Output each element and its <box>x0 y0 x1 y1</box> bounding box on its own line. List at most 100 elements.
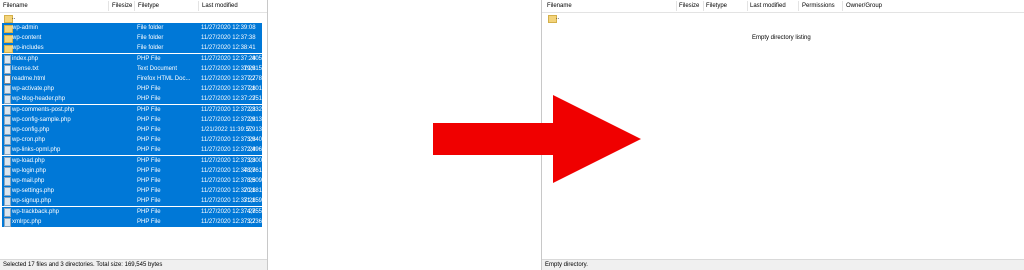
php-file-icon <box>4 207 11 217</box>
file-row[interactable]: wp-config-sample.php 2,913 PHP File 11/27/2… <box>2 114 262 125</box>
file-name: readme.html <box>12 76 46 82</box>
file-row[interactable]: readme.html 7,278 Firefox HTML Doc... 11/27… <box>2 74 262 84</box>
file-row[interactable]: wp-content File folder 11/27/2020 12:37:38 <box>2 33 262 44</box>
remote-col-filesize[interactable]: Filesize <box>679 3 699 9</box>
file-row[interactable]: xmlrpc.php 3,236 PHP File 11/27/2020 12:37:… <box>2 216 262 227</box>
local-col-filesize[interactable]: Filesize <box>112 3 132 9</box>
file-name: wp-blog-header.php <box>12 96 66 103</box>
column-divider[interactable] <box>134 1 135 11</box>
file-row[interactable]: wp-activate.php 7,101 PHP File 11/27/2020 1… <box>2 84 262 95</box>
file-row[interactable]: wp-signup.php 31,159 PHP File 11/27/2020 12… <box>2 196 262 207</box>
file-row[interactable]: wp-config.php 2,913 PHP File 1/21/2022 11:3… <box>2 125 262 135</box>
file-modified: 11/27/2020 12:37:28 <box>201 147 256 154</box>
file-type: PHP File <box>137 96 161 103</box>
file-modified: 11/27/2020 12:37:28 <box>201 157 256 164</box>
file-type: File folder <box>137 35 164 42</box>
column-divider[interactable] <box>198 1 199 11</box>
file-modified: 11/27/2020 12:37:28 <box>201 167 256 174</box>
file-type: PHP File <box>137 137 161 144</box>
remote-column-header: Filename ^ Filesize Filetype Last modifi… <box>542 0 1024 13</box>
local-file-pane[interactable]: Filename ^ Filesize Filetype Last modifi… <box>0 0 268 270</box>
html-file-icon <box>4 75 11 84</box>
php-file-icon <box>4 105 11 115</box>
local-column-header: Filename ^ Filesize Filetype Last modifi… <box>0 0 267 13</box>
file-modified: 11/27/2020 12:38:41 <box>201 45 256 52</box>
file-type: PHP File <box>137 147 161 154</box>
file-type: Text Document <box>137 65 178 72</box>
file-modified: 1/21/2022 11:39:57 <box>201 127 253 133</box>
file-name: wp-admin <box>12 25 39 31</box>
local-col-filename[interactable]: Filename <box>3 3 28 9</box>
file-row[interactable]: wp-links-opml.php 2,496 PHP File 11/27/2020… <box>2 145 262 156</box>
column-divider[interactable] <box>676 1 677 11</box>
column-divider[interactable] <box>842 1 843 11</box>
column-divider[interactable] <box>747 1 748 11</box>
remote-col-owner-group[interactable]: Owner/Group <box>846 3 882 9</box>
file-name: wp-signup.php <box>12 198 52 205</box>
local-col-filetype[interactable]: Filetype <box>138 3 159 9</box>
remote-col-filetype[interactable]: Filetype <box>706 3 727 9</box>
file-modified: 11/27/2020 12:37:28 <box>201 137 256 144</box>
remote-col-permissions[interactable]: Permissions <box>802 3 835 9</box>
file-row[interactable]: wp-load.php 3,300 PHP File 11/27/2020 12:37… <box>2 155 262 166</box>
file-name: wp-links-opml.php <box>12 147 61 154</box>
parent-directory-row[interactable]: .. <box>2 13 262 23</box>
file-row[interactable]: wp-trackback.php 4,755 PHP File 11/27/2020 … <box>2 206 262 217</box>
file-type: PHP File <box>137 188 161 195</box>
file-row[interactable]: wp-includes File folder 11/27/2020 12:38:4… <box>2 43 262 54</box>
file-type: PHP File <box>137 167 161 174</box>
php-file-icon <box>4 115 11 125</box>
remote-col-filename[interactable]: Filename <box>547 3 572 9</box>
file-row[interactable]: wp-login.php 48,761 PHP File 11/27/2020 12:… <box>2 165 262 176</box>
file-name: index.php <box>12 55 39 62</box>
file-name: wp-comments-post.php <box>12 106 75 113</box>
file-modified: 11/27/2020 12:37:28 <box>201 55 256 62</box>
file-row[interactable]: wp-blog-header.php 351 PHP File 11/27/2020 … <box>2 94 262 105</box>
file-type: PHP File <box>137 55 161 62</box>
php-file-icon <box>4 166 11 176</box>
file-name: wp-activate.php <box>12 86 55 93</box>
file-type: Firefox HTML Doc... <box>137 76 191 82</box>
remote-col-last-modified[interactable]: Last modified <box>750 3 786 9</box>
file-type: PHP File <box>137 116 161 123</box>
file-row[interactable]: wp-admin File folder 11/27/2020 12:39:08 <box>2 23 262 33</box>
file-type: PHP File <box>137 86 161 93</box>
file-row[interactable]: wp-settings.php 20,181 PHP File 11/27/2020 … <box>2 186 262 197</box>
file-row[interactable]: index.php 405 PHP File 11/27/2020 12:37:28 <box>2 53 262 64</box>
file-name: wp-cron.php <box>12 137 46 144</box>
file-type: PHP File <box>137 208 161 215</box>
file-modified: 11/27/2020 12:37:28 <box>201 86 256 93</box>
php-file-icon <box>4 136 11 146</box>
column-divider[interactable] <box>703 1 704 11</box>
text-file-icon <box>4 64 11 74</box>
file-row[interactable]: wp-comments-post.php 2,332 PHP File 11/27/2… <box>2 104 262 115</box>
file-modified: 11/27/2020 12:37:28 <box>201 65 256 72</box>
file-row[interactable]: wp-mail.php 8,509 PHP File 11/27/2020 12:37… <box>2 176 262 186</box>
file-modified: 11/27/2020 12:37:38 <box>201 35 256 42</box>
column-divider[interactable] <box>798 1 799 11</box>
file-name: xmlrpc.php <box>12 218 42 225</box>
php-file-icon <box>4 156 11 166</box>
file-name: wp-load.php <box>12 157 45 164</box>
file-modified: 11/27/2020 12:37:28 <box>201 208 256 215</box>
file-name: wp-mail.php <box>12 178 45 184</box>
file-name: wp-trackback.php <box>12 208 60 215</box>
sort-ascending-icon: ^ <box>44 0 48 4</box>
file-type: PHP File <box>137 198 161 205</box>
file-row[interactable]: license.txt 19,915 Text Document 11/27/2020… <box>2 63 262 74</box>
php-file-icon <box>4 187 11 197</box>
file-modified: 11/27/2020 12:37:27 <box>201 218 256 225</box>
file-type: File folder <box>137 45 164 52</box>
column-divider[interactable] <box>108 1 109 11</box>
local-col-last-modified[interactable]: Last modified <box>202 3 238 9</box>
file-modified: 11/27/2020 12:37:28 <box>201 178 256 184</box>
php-file-icon <box>4 146 11 156</box>
file-modified: 11/27/2020 12:39:08 <box>201 25 256 31</box>
file-modified: 11/27/2020 12:37:28 <box>201 106 256 113</box>
file-name: wp-config-sample.php <box>12 116 71 123</box>
php-file-icon <box>4 95 11 105</box>
remote-parent-directory-row[interactable]: .. <box>546 13 606 23</box>
file-modified: 11/27/2020 12:37:28 <box>201 198 256 205</box>
local-status-text: Selected 17 files and 3 directories. Tot… <box>3 262 163 268</box>
file-row[interactable]: wp-cron.php 3,940 PHP File 11/27/2020 12:37… <box>2 135 262 146</box>
